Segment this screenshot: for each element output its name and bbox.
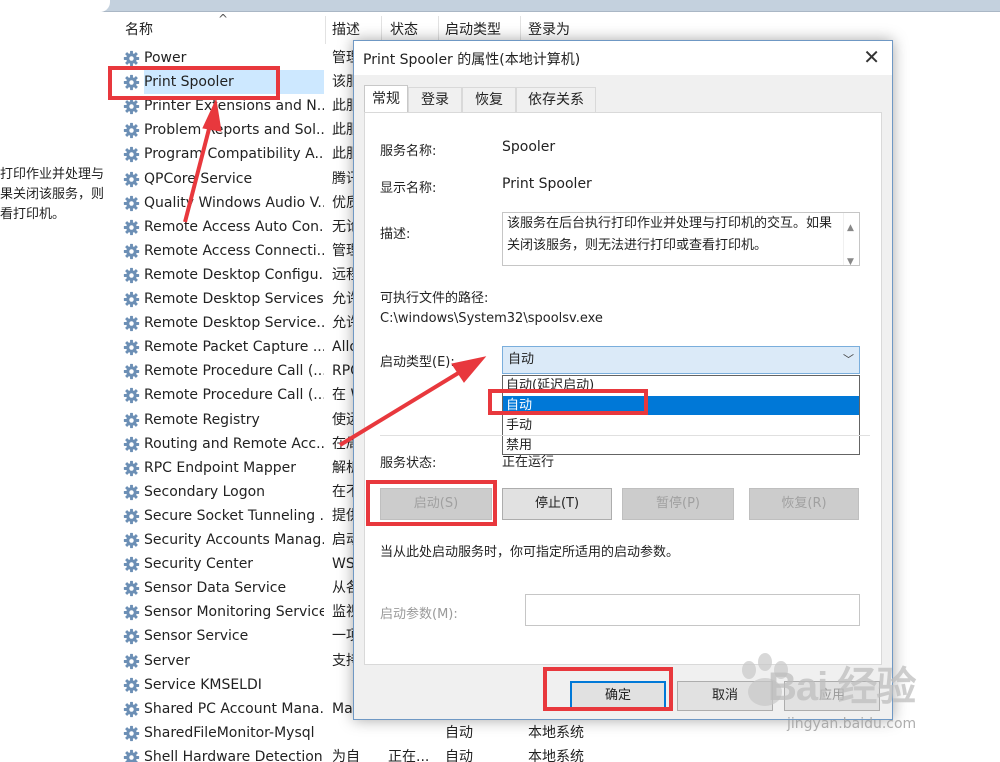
annotation-arrowhead <box>202 98 222 132</box>
annotation-arrowhead <box>451 356 487 383</box>
annotation-arrow-line <box>338 370 462 447</box>
watermark-logo-text: Bai 经验 <box>768 665 916 709</box>
watermark-url: jingyan.baidu.com <box>787 716 917 732</box>
annotation-arrows <box>183 98 487 447</box>
baidu-watermark: Bai 经验 jingyan.baidu.com <box>735 650 995 745</box>
annotation-arrow-line <box>183 124 212 223</box>
